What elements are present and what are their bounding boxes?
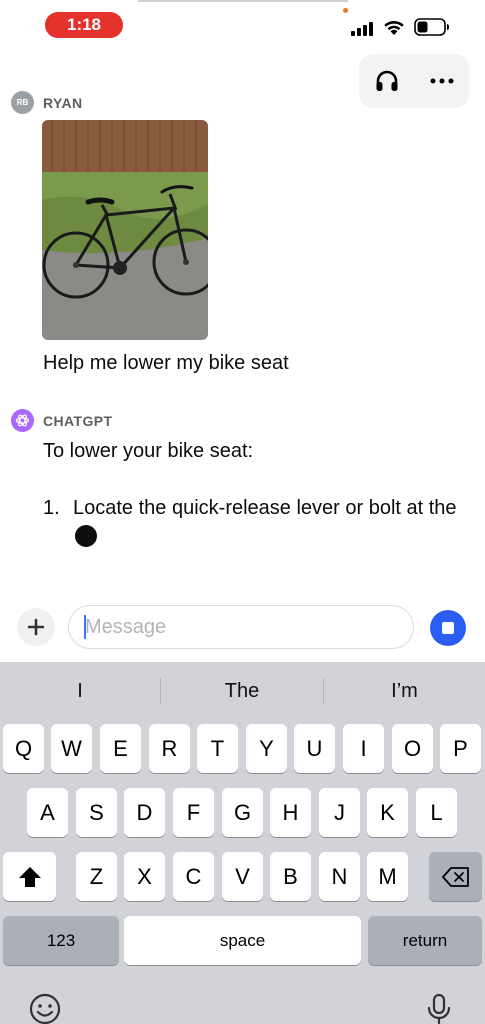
user-message: Help me lower my bike seat [43, 352, 289, 374]
key-t[interactable]: T [197, 724, 238, 773]
key-s[interactable]: S [76, 788, 117, 837]
key-q[interactable]: Q [3, 724, 44, 773]
key-f[interactable]: F [173, 788, 214, 837]
wifi-icon [384, 21, 404, 35]
headphones-icon [376, 70, 397, 91]
key-i[interactable]: I [343, 724, 384, 773]
dictation-mic-icon[interactable] [422, 992, 456, 1024]
assistant-intro: To lower your bike seat: [43, 440, 254, 462]
suggestion-1[interactable]: I [0, 676, 160, 706]
key-v[interactable]: V [222, 852, 263, 901]
delete-key[interactable] [429, 852, 482, 901]
add-attachment-button[interactable] [17, 608, 55, 646]
message-input[interactable] [68, 605, 414, 649]
user-avatar: RB [11, 91, 34, 114]
key-o[interactable]: O [392, 724, 433, 773]
bike-photo[interactable] [42, 120, 208, 340]
key-c[interactable]: C [173, 852, 214, 901]
more-options-button[interactable] [414, 54, 469, 108]
key-n[interactable]: N [319, 852, 360, 901]
space-key[interactable]: space [124, 916, 361, 965]
privacy-indicator-dot [343, 8, 348, 13]
key-b[interactable]: B [270, 852, 311, 901]
key-z[interactable]: Z [76, 852, 117, 901]
key-y[interactable]: Y [246, 724, 287, 773]
key-j[interactable]: J [319, 788, 360, 837]
key-h[interactable]: H [270, 788, 311, 837]
key-a[interactable]: A [27, 788, 68, 837]
key-r[interactable]: R [149, 724, 190, 773]
step-text: Locate the quick-release lever or bolt a… [73, 497, 457, 519]
battery-icon [414, 18, 449, 36]
status-time: 1:18 [45, 12, 123, 38]
keyboard: I The I’m Q W E R T Y U I O P A S D F G … [0, 662, 485, 1024]
shift-icon [18, 866, 41, 887]
user-name: RYAN [43, 95, 83, 111]
plus-icon [27, 618, 45, 636]
key-p[interactable]: P [440, 724, 481, 773]
assistant-name: CHATGPT [43, 413, 113, 429]
voice-mode-button[interactable] [359, 54, 414, 108]
key-m[interactable]: M [367, 852, 408, 901]
bike-photo-illustration [42, 120, 208, 340]
shift-key[interactable] [3, 852, 56, 901]
return-key[interactable]: return [368, 916, 482, 965]
backspace-icon [441, 866, 469, 887]
numbers-key[interactable]: 123 [3, 916, 119, 965]
typing-indicator [75, 525, 97, 547]
key-e[interactable]: E [100, 724, 141, 773]
top-edge-line [138, 0, 348, 2]
suggestion-2[interactable]: The [161, 676, 323, 706]
stop-icon [442, 622, 454, 634]
key-x[interactable]: X [124, 852, 165, 901]
text-cursor [84, 615, 86, 639]
openai-logo-icon [15, 414, 30, 427]
key-d[interactable]: D [124, 788, 165, 837]
emoji-icon[interactable] [28, 992, 62, 1024]
step-text-container: Locate the quick-release lever or bolt a… [73, 494, 463, 550]
chatgpt-avatar [11, 409, 34, 432]
key-k[interactable]: K [367, 788, 408, 837]
stop-generating-button[interactable] [430, 610, 466, 646]
suggestion-3[interactable]: I’m [324, 676, 485, 706]
header-actions [359, 54, 469, 108]
key-w[interactable]: W [51, 724, 92, 773]
key-u[interactable]: U [294, 724, 335, 773]
key-g[interactable]: G [222, 788, 263, 837]
signal-icon [351, 22, 373, 36]
key-l[interactable]: L [416, 788, 457, 837]
step-number: 1. [43, 497, 60, 519]
more-options-icon [430, 78, 453, 84]
